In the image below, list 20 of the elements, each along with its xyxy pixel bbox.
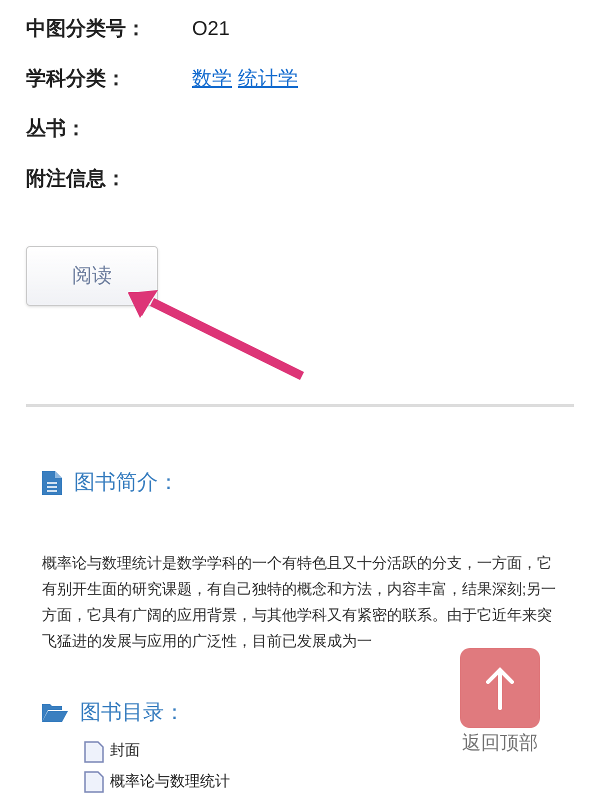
field-label: 学科分类： bbox=[26, 67, 127, 92]
field-label: 附注信息： bbox=[26, 166, 127, 192]
back-to-top-button[interactable] bbox=[460, 648, 540, 728]
subject-link[interactable]: 数学 bbox=[192, 64, 232, 94]
section-title: 图书简介： bbox=[74, 470, 179, 496]
page-icon bbox=[84, 740, 104, 762]
folder-icon bbox=[42, 702, 68, 722]
toc-link[interactable]: 封面 bbox=[110, 740, 140, 762]
page-icon bbox=[84, 771, 104, 793]
section-title: 图书目录： bbox=[80, 700, 185, 726]
up-arrow-icon bbox=[485, 666, 515, 710]
read-button[interactable]: 阅读 bbox=[26, 246, 158, 306]
document-icon bbox=[42, 470, 62, 495]
subject-link[interactable]: 统计学 bbox=[238, 64, 298, 94]
book-description: 概率论与数理统计是数学学科的一个有特色且又十分活跃的分支，一方面，它有别开生面的研究课题，有自己独特的概念和方法，内容丰富，结果深刻;另一方面，它具有广阔的应用背景，与其他学科又有紧密的联系。由于它近年来突飞猛进的发展与应用的广泛性，目前已发展成为一 bbox=[42, 554, 558, 652]
toc-link[interactable]: 概率论与数理统计 bbox=[110, 770, 230, 793]
back-to-top-label: 返回顶部 bbox=[462, 732, 538, 756]
field-label: 丛书： bbox=[26, 117, 87, 142]
field-label: 中图分类号： bbox=[26, 17, 147, 42]
field-value: O21 bbox=[192, 17, 230, 42]
